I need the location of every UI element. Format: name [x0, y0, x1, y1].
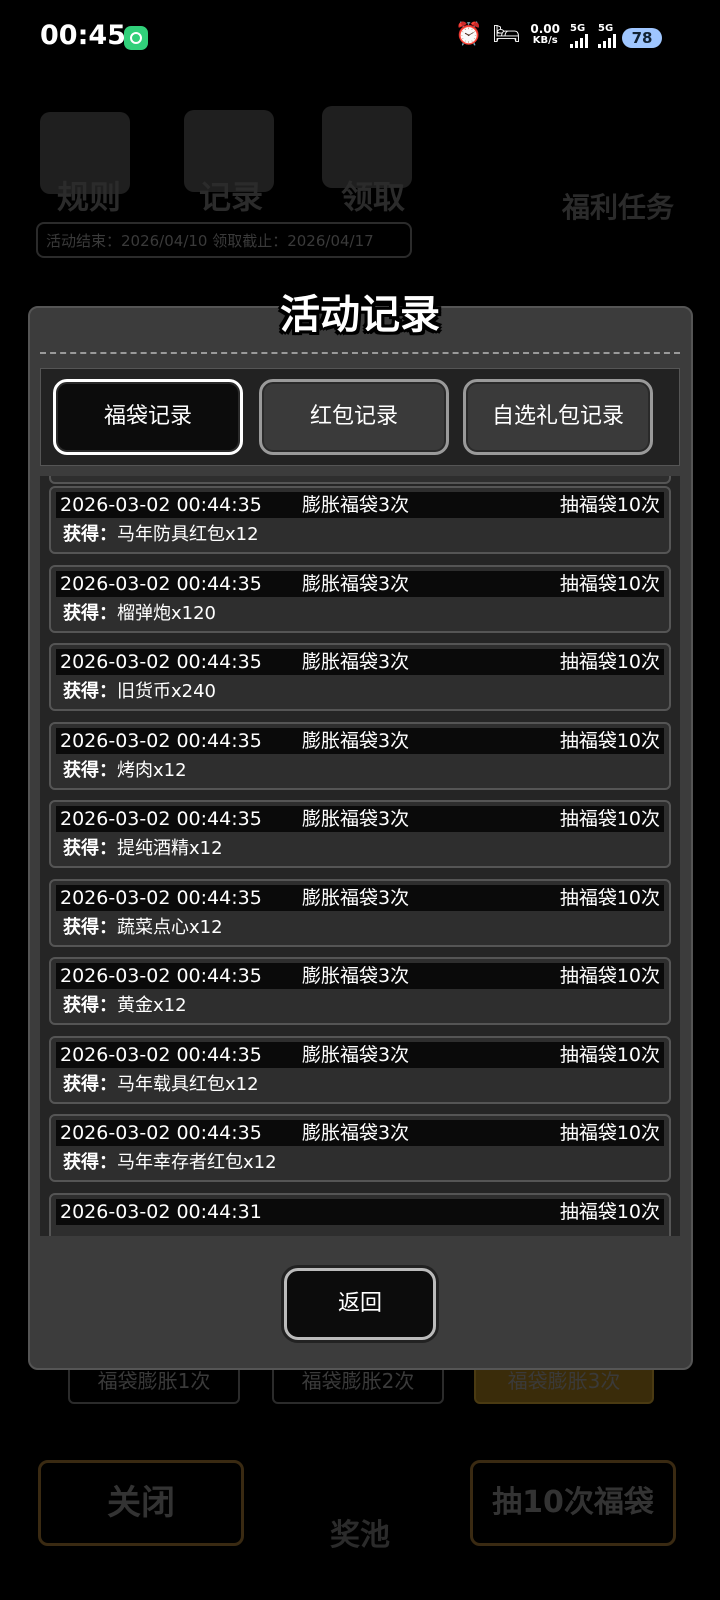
record-draw-count: 抽福袋10次 — [559, 886, 660, 909]
obtained-label: 获得： — [63, 1073, 117, 1095]
reward-item: 马年防具红包x12 — [117, 524, 259, 545]
reward-item: 马年幸存者红包x12 — [117, 1152, 277, 1173]
list-item — [49, 476, 671, 484]
record-expand-count: 膨胀福袋3次 — [302, 886, 410, 909]
list-item: 2026-03-02 00:44:35 膨胀福袋3次 抽福袋10次获得：旧货币x24… — [49, 643, 671, 711]
record-draw-count: 抽福袋10次 — [559, 965, 660, 987]
record-header: 2026-03-02 00:44:35 膨胀福袋3次 抽福袋10次 — [56, 649, 664, 675]
record-time: 2026-03-02 00:44:35 — [60, 572, 262, 595]
record-time: 2026-03-02 00:44:35 — [60, 808, 262, 830]
back-button[interactable]: 返回 — [284, 1268, 436, 1340]
record-reward: 获得：烤肉x12 — [63, 758, 187, 784]
record-reward: 获得：旧货币x240 — [63, 679, 216, 705]
record-time: 2026-03-02 00:44:35 — [60, 886, 262, 909]
record-expand-count: 膨胀福袋3次 — [302, 1122, 410, 1144]
reward-item: 黄金x12 — [117, 995, 187, 1016]
record-draw-count: 抽福袋10次 — [559, 808, 660, 830]
welfare-task-button[interactable]: 福利任务 — [548, 186, 688, 226]
record-expand-count: 膨胀福袋3次 — [302, 965, 410, 987]
list-item: 2026-03-02 00:44:35 膨胀福袋3次 抽福袋10次获得：黄金x12 — [49, 957, 671, 1025]
draw-10-button[interactable]: 抽10次福袋 — [470, 1460, 676, 1546]
record-header: 2026-03-02 00:44:35 膨胀福袋3次 抽福袋10次 — [56, 492, 664, 518]
record-expand-count: 膨胀福袋3次 — [302, 651, 410, 673]
record-draw-count: 抽福袋10次 — [559, 651, 660, 673]
reward-item: 马年载具红包x12 — [117, 1073, 259, 1095]
record-reward: 获得：蔬菜点心x12 — [63, 915, 223, 941]
prize-pool-button[interactable]: 奖池 — [300, 1510, 420, 1554]
record-expand-count: 膨胀福袋3次 — [302, 808, 410, 830]
record-header: 2026-03-02 00:44:35 膨胀福袋3次 抽福袋10次 — [56, 570, 664, 597]
record-header: 2026-03-02 00:44:35 膨胀福袋3次 抽福袋10次 — [56, 727, 664, 754]
close-button[interactable]: 关闭 — [38, 1460, 244, 1546]
record-reward: 获得：黄金x12 — [63, 993, 187, 1019]
event-dates: 活动结束：2026/04/10 领取截止：2026/04/17 — [36, 222, 412, 258]
record-draw-count: 抽福袋10次 — [559, 1200, 660, 1223]
record-header: 2026-03-02 00:44:35 膨胀福袋3次 抽福袋10次 — [56, 1120, 664, 1146]
list-item: 2026-03-02 00:44:35 膨胀福袋3次 抽福袋10次获得：马年防具红包… — [49, 486, 671, 554]
list-item: 2026-03-02 00:44:35 膨胀福袋3次 抽福袋10次获得：马年幸存者红… — [49, 1114, 671, 1182]
record-reward: 获得：马年幸存者红包x12 — [63, 1150, 277, 1176]
record-draw-count: 抽福袋10次 — [559, 1122, 660, 1144]
tab-custom-gift-records[interactable]: 自选礼包记录 — [463, 379, 653, 455]
reward-item: 榴弹炮x120 — [117, 602, 217, 624]
record-expand-count: 膨胀福袋3次 — [302, 572, 410, 595]
record-draw-count: 抽福袋10次 — [559, 572, 660, 595]
record-header: 2026-03-02 00:44:35 膨胀福袋3次 抽福袋10次 — [56, 806, 664, 832]
record-list[interactable]: 2026-03-02 00:44:35 膨胀福袋3次 抽福袋10次 获得：马年防具红包… — [40, 476, 680, 1236]
record-time: 2026-03-02 00:44:35 — [60, 965, 262, 987]
reward-item: 旧货币x240 — [117, 681, 217, 702]
obtained-label: 获得： — [63, 602, 117, 624]
obtained-label: 获得： — [63, 1152, 117, 1173]
record-expand-count: 膨胀福袋3次 — [302, 1043, 410, 1066]
tab-lucky-bag-records[interactable]: 福袋记录 — [53, 379, 243, 455]
record-draw-count: 抽福袋10次 — [559, 494, 660, 516]
reward-item: 烤肉x12 — [117, 759, 187, 781]
record-time: 2026-03-02 00:44:31 — [60, 1200, 262, 1223]
record-time: 2026-03-02 00:44:35 — [60, 1043, 262, 1066]
tab-red-packet-records[interactable]: 红包记录 — [259, 379, 449, 455]
record-expand-count: 膨胀福袋3次 — [302, 729, 410, 752]
record-reward: 获得：马年防具红包x12 — [63, 522, 259, 548]
record-tabs: 福袋记录 红包记录 自选礼包记录 — [40, 368, 680, 466]
record-time: 2026-03-02 00:44:35 — [60, 651, 262, 673]
list-item: 2026-03-02 00:44:31 抽福袋10次 — [49, 1192, 671, 1236]
record-time: 2026-03-02 00:44:35 — [60, 729, 262, 752]
dialog-title: 活动记录 — [280, 292, 440, 338]
record-reward: 获得：榴弹炮x120 — [63, 601, 216, 627]
record-header: 2026-03-02 00:44:35 膨胀福袋3次 抽福袋10次 — [56, 963, 664, 989]
obtained-label: 获得： — [63, 524, 117, 545]
obtained-label: 获得： — [63, 681, 117, 702]
record-header: 2026-03-02 00:44:35 膨胀福袋3次 抽福袋10次 — [56, 884, 664, 911]
record-reward: 获得：提纯酒精x12 — [63, 836, 223, 862]
record-time: 2026-03-02 00:44:35 — [60, 494, 262, 516]
record-expand-count: 膨胀福袋3次 — [302, 494, 410, 516]
record-header: 2026-03-02 00:44:35 膨胀福袋3次 抽福袋10次 — [56, 1041, 664, 1068]
list-item: 2026-03-02 00:44:35 膨胀福袋3次 抽福袋10次获得：提纯酒精x1… — [49, 800, 671, 868]
record-header: 2026-03-02 00:44:31 抽福袋10次 — [56, 1198, 664, 1225]
obtained-label: 获得： — [63, 838, 117, 859]
obtained-label: 获得： — [63, 759, 117, 781]
claim-button[interactable]: 领取 — [318, 172, 428, 218]
obtained-label: 获得： — [63, 995, 117, 1016]
reward-item: 蔬菜点心x12 — [117, 916, 223, 938]
record-draw-count: 抽福袋10次 — [559, 729, 660, 752]
record-draw-count: 抽福袋10次 — [559, 1043, 660, 1066]
reward-item: 提纯酒精x12 — [117, 838, 223, 859]
obtained-label: 获得： — [63, 916, 117, 938]
list-item: 2026-03-02 00:44:35 膨胀福袋3次 抽福袋10次获得：烤肉x12 — [49, 721, 671, 790]
title-divider — [40, 352, 680, 354]
list-item: 2026-03-02 00:44:35 膨胀福袋3次 抽福袋10次获得：马年载具红包… — [49, 1035, 671, 1104]
record-time: 2026-03-02 00:44:35 — [60, 1122, 262, 1144]
record-button[interactable]: 记录 — [176, 172, 286, 218]
record-reward: 获得：马年载具红包x12 — [63, 1072, 259, 1098]
list-item: 2026-03-02 00:44:35 膨胀福袋3次 抽福袋10次获得：榴弹炮x12… — [49, 564, 671, 633]
rules-button[interactable]: 规则 — [34, 172, 144, 218]
list-item: 2026-03-02 00:44:35 膨胀福袋3次 抽福袋10次获得：蔬菜点心x1… — [49, 878, 671, 947]
